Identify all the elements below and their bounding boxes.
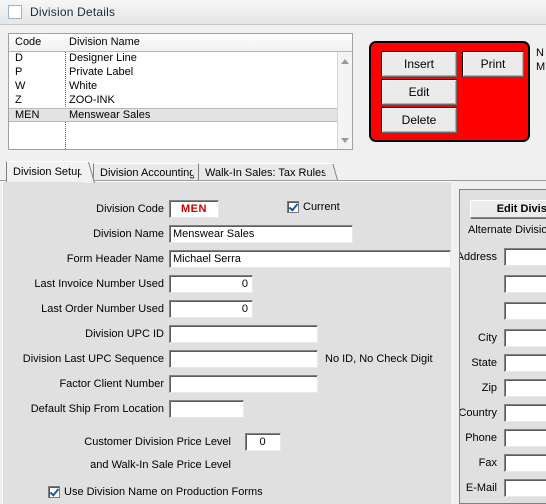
fax-label: Fax [478,457,497,469]
division-setup-form: Division Code MEN Current Division Name … [2,181,451,504]
row-division-name: Designer Line [69,52,137,64]
grid-header-row: Code Division Name [9,34,352,52]
default-ship-from-location-field[interactable] [169,400,244,418]
tab-walk-in-sales-tax-rules[interactable]: Walk-In Sales: Tax Rules [198,163,339,182]
phone-label: Phone [465,432,497,444]
zip-field[interactable] [504,379,546,397]
window-square-icon [8,5,22,19]
city-field[interactable] [504,329,546,347]
last-order-number-used-field[interactable]: 0 [169,300,253,318]
row-code: Z [15,94,22,106]
country-label: Country [459,407,497,419]
last-order-number-used-label: Last Order Number Used [41,303,164,315]
address-line3-field[interactable] [504,302,546,320]
division-code-field[interactable]: MEN [169,200,219,218]
use-division-name-label: Use Division Name on Production Forms [64,486,263,498]
factor-client-number-label: Factor Client Number [59,378,164,390]
address-line1-field[interactable] [504,248,546,266]
triangle-up-icon[interactable] [338,54,352,68]
clipped-right-labels: N M [536,46,546,74]
form-header-name-field[interactable]: Michael Serra [169,250,451,268]
triangle-down-icon[interactable] [338,133,352,147]
delete-button[interactable]: Delete [381,107,457,133]
use-division-name-checkbox[interactable]: Use Division Name on Production Forms [48,486,263,498]
grid-body: D Designer Line P Private Label W White … [9,52,337,149]
row-division-name: White [69,80,98,92]
form-header-name-label: Form Header Name [66,253,164,265]
division-grid[interactable]: Code Division Name D Designer Line P Pri… [8,33,353,150]
clipped-label-line2: M [536,61,546,73]
division-name-label: Division Name [93,228,164,240]
window-title: Division Details [30,5,116,19]
row-division-name: Private Label [69,66,134,78]
walk-in-sale-price-level-label: and Walk-In Sale Price Level [90,459,231,471]
tab-division-accounting[interactable]: Division Accounting [93,163,207,182]
email-field[interactable] [504,479,546,497]
edit-button[interactable]: Edit [381,79,457,105]
table-row-selected[interactable]: MEN Menswear Sales [9,108,337,122]
customer-division-price-level-field[interactable]: 0 [245,433,281,451]
default-ship-from-location-label: Default Ship From Location [30,403,164,415]
division-name-field[interactable]: Menswear Sales [169,225,353,243]
grid-column-header-code[interactable]: Code [15,36,41,48]
table-row[interactable]: Z ZOO-INK [9,94,337,108]
row-code: D [15,52,23,64]
tab-label: Division Setup [13,166,84,178]
phone-field[interactable] [504,429,546,447]
current-checkbox-label: Current [303,201,340,213]
row-code: MEN [15,109,40,121]
table-row[interactable]: P Private Label [9,66,337,80]
alternate-division-label: Alternate Division [468,224,546,236]
fax-field[interactable] [504,454,546,472]
row-division-name: Menswear Sales [69,109,151,121]
row-code: P [15,66,23,78]
division-last-upc-sequence-label: Division Last UPC Sequence [22,353,164,365]
alternate-division-panel: Edit Division Alternate Division Address… [459,189,546,504]
row-division-name: ZOO-INK [69,94,115,106]
edit-division-button[interactable]: Edit Division [470,200,546,218]
print-button[interactable]: Print [462,51,524,77]
checkbox-box[interactable] [287,201,299,213]
row-code: W [15,80,26,92]
table-row[interactable]: D Designer Line [9,52,337,66]
tab-division-setup[interactable]: Division Setup [6,161,96,183]
email-label: E-Mail [465,482,497,494]
address-line2-field[interactable] [504,275,546,293]
clipped-label-line1: N [536,47,544,59]
last-invoice-number-used-label: Last Invoice Number Used [34,278,164,290]
tab-strip: Division Setup Division Accounting Walk-… [2,161,546,183]
grid-column-header-division-name[interactable]: Division Name [69,36,140,48]
city-label: City [478,332,497,344]
window-titlebar: Division Details [0,0,546,25]
zip-label: Zip [481,382,497,394]
division-upc-id-field[interactable] [169,325,318,343]
upc-check-digit-note: No ID, No Check Digit [325,353,433,365]
division-code-label: Division Code [96,203,164,215]
factor-client-number-field[interactable] [169,375,318,393]
state-field[interactable] [504,354,546,372]
last-invoice-number-used-field[interactable]: 0 [169,275,253,293]
insert-button[interactable]: Insert [381,51,457,77]
tab-label: Walk-In Sales: Tax Rules [205,167,327,179]
division-upc-id-label: Division UPC ID [85,328,164,340]
state-label: State [471,357,497,369]
division-last-upc-sequence-field[interactable] [169,350,318,368]
address-label: Address [459,251,497,263]
grid-vertical-scrollbar[interactable] [337,52,352,149]
current-checkbox[interactable]: Current [287,201,340,213]
country-field[interactable] [504,404,546,422]
table-row[interactable]: W White [9,80,337,94]
action-button-panel: Insert Edit Delete Print [369,41,530,142]
tab-label: Division Accounting [100,167,196,179]
customer-division-price-level-label: Customer Division Price Level [84,436,231,448]
checkbox-box[interactable] [48,486,60,498]
